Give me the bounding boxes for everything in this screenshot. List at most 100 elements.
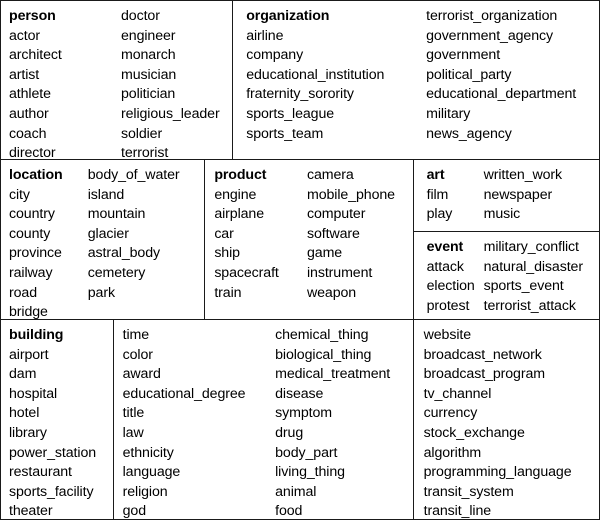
taxonomy-entry-disease: disease [275, 385, 324, 402]
taxonomy-cell-art: art film play written_work newspaper mus… [413, 160, 599, 232]
taxonomy-entry-power-station: power_station [9, 444, 97, 461]
taxonomy-entry-color: color [122, 346, 153, 363]
taxonomy-column-art-b: written_work newspaper music [477, 166, 599, 231]
taxonomy-entry-religious-leader: religious_leader [121, 105, 220, 122]
taxonomy-column-event-b: military_conflict natural_disaster sport… [477, 238, 599, 319]
taxonomy-cell-event: event attack election protest military_c… [414, 232, 599, 319]
taxonomy-column-building-a: building airport dam hospital hotel libr… [1, 326, 113, 519]
taxonomy-entry-bridge: bridge [9, 304, 48, 319]
taxonomy-entry-drug: drug [275, 424, 304, 441]
taxonomy-entry-author: author [9, 105, 49, 122]
taxonomy-entry-title: title [122, 405, 145, 422]
taxonomy-entry-newspaper: newspaper [483, 186, 553, 203]
taxonomy-entry-airplane: airplane [214, 206, 264, 223]
taxonomy-column-web-a: website broadcast_network broadcast_prog… [414, 326, 599, 519]
taxonomy-entry-road: road [9, 284, 37, 301]
taxonomy-cell-art-event-stack: art film play written_work newspaper mus… [413, 160, 599, 319]
taxonomy-entry-railway: railway [9, 264, 53, 281]
taxonomy-entry-doctor: doctor [121, 8, 160, 24]
taxonomy-entry-island: island [87, 186, 125, 203]
taxonomy-entry-political-party: political_party [426, 66, 512, 83]
taxonomy-entry-sports-facility: sports_facility [9, 483, 94, 500]
taxonomy-column-misc-a: time color award educational_degree titl… [114, 326, 265, 519]
taxonomy-row-building-misc-web: building airport dam hospital hotel libr… [1, 320, 599, 519]
taxonomy-entry-tv-channel: tv_channel [423, 385, 492, 402]
taxonomy-entry-music: music [483, 206, 521, 223]
taxonomy-entry-military: military [426, 105, 471, 122]
taxonomy-entry-instrument: instrument [307, 264, 373, 281]
taxonomy-entry-engineer: engineer [121, 27, 176, 44]
taxonomy-entry-athlete: athlete [9, 86, 51, 103]
taxonomy-entry-art: art [426, 167, 445, 183]
taxonomy-entry-car: car [214, 225, 234, 242]
taxonomy-entry-county: county [9, 225, 51, 242]
taxonomy-column-art-a: art film play [414, 166, 477, 231]
taxonomy-entry-terrorist: terrorist [121, 145, 169, 159]
taxonomy-entry-actor: actor [9, 27, 41, 44]
taxonomy-column-product-b: camera mobile_phone computer software ga… [299, 166, 413, 319]
taxonomy-entry-natural-disaster: natural_disaster [483, 258, 583, 275]
taxonomy-entry-animal: animal [275, 483, 317, 500]
taxonomy-entry-director: director [9, 145, 56, 159]
taxonomy-entry-artist: artist [9, 66, 40, 83]
taxonomy-entry-military-conflict: military_conflict [483, 239, 579, 255]
taxonomy-entry-body-of-water: body_of_water [87, 167, 180, 183]
taxonomy-entry-monarch: monarch [121, 47, 176, 64]
taxonomy-entry-educational-degree: educational_degree [122, 385, 246, 402]
taxonomy-entry-sports-league: sports_league [246, 105, 335, 122]
taxonomy-entry-government-agency: government_agency [426, 27, 553, 44]
taxonomy-row-person-organization: person actor architect artist athlete au… [1, 1, 599, 160]
taxonomy-entry-ethnicity: ethnicity [122, 444, 174, 461]
taxonomy-entry-educational-department: educational_department [426, 86, 577, 103]
taxonomy-entry-news-agency: news_agency [426, 125, 512, 142]
taxonomy-entry-musician: musician [121, 66, 177, 83]
taxonomy-entry-airline: airline [246, 27, 284, 44]
taxonomy-cell-building: building airport dam hospital hotel libr… [1, 320, 114, 519]
taxonomy-entry-chemical-thing: chemical_thing [275, 327, 369, 343]
taxonomy-entry-city: city [9, 186, 30, 203]
taxonomy-entry-programming-language: programming_language [423, 464, 572, 481]
taxonomy-column-person-b: doctor engineer monarch musician politic… [113, 7, 226, 159]
taxonomy-entry-organization: organization [246, 8, 330, 24]
taxonomy-entry-medical-treatment: medical_treatment [275, 366, 391, 383]
taxonomy-entry-ship: ship [214, 245, 240, 262]
taxonomy-entry-astral-body: astral_body [87, 245, 160, 262]
taxonomy-entry-game: game [307, 245, 343, 262]
taxonomy-column-event-a: event attack election protest [414, 238, 477, 319]
taxonomy-entry-time: time [122, 327, 150, 343]
taxonomy-entry-sports-team: sports_team [246, 125, 324, 142]
taxonomy-entry-protest: protest [426, 297, 470, 314]
taxonomy-column-location-b: body_of_water island mountain glacier as… [82, 166, 205, 319]
taxonomy-entry-food: food [275, 503, 303, 519]
taxonomy-entry-province: province [9, 245, 62, 262]
taxonomy-entry-law: law [122, 424, 144, 441]
taxonomy-column-person-a: person actor architect artist athlete au… [1, 7, 113, 159]
taxonomy-entry-engine: engine [214, 186, 257, 203]
taxonomy-cell-media-technology: website broadcast_network broadcast_prog… [414, 320, 599, 519]
taxonomy-entry-attack: attack [426, 258, 464, 275]
taxonomy-cell-product: product engine airplane car ship spacecr… [205, 160, 414, 319]
taxonomy-entry-fraternity-sorority: fraternity_sorority [246, 86, 354, 103]
taxonomy-cell-location: location city country county province ra… [1, 160, 206, 319]
taxonomy-entry-hotel: hotel [9, 405, 40, 422]
taxonomy-entry-sports-event: sports_event [483, 278, 564, 295]
taxonomy-column-product-a: product engine airplane car ship spacecr… [205, 166, 299, 319]
taxonomy-entry-symptom: symptom [275, 405, 332, 422]
taxonomy-entry-camera: camera [307, 167, 354, 183]
taxonomy-entry-theater: theater [9, 503, 53, 519]
taxonomy-entry-train: train [214, 284, 242, 301]
taxonomy-entry-product: product [214, 167, 267, 183]
taxonomy-entry-location: location [9, 167, 63, 183]
taxonomy-entry-computer: computer [307, 206, 366, 223]
taxonomy-entry-weapon: weapon [307, 284, 357, 301]
taxonomy-entry-coach: coach [9, 125, 47, 142]
taxonomy-entry-broadcast-program: broadcast_program [423, 366, 545, 383]
taxonomy-entry-politician: politician [121, 86, 176, 103]
taxonomy-entry-mountain: mountain [87, 206, 146, 223]
taxonomy-column-location-a: location city country county province ra… [1, 166, 82, 319]
taxonomy-entry-person: person [9, 8, 56, 24]
taxonomy-entry-glacier: glacier [87, 225, 129, 242]
taxonomy-entry-biological-thing: biological_thing [275, 346, 372, 363]
taxonomy-entry-park: park [87, 284, 115, 301]
taxonomy-entry-spacecraft: spacecraft [214, 264, 279, 281]
